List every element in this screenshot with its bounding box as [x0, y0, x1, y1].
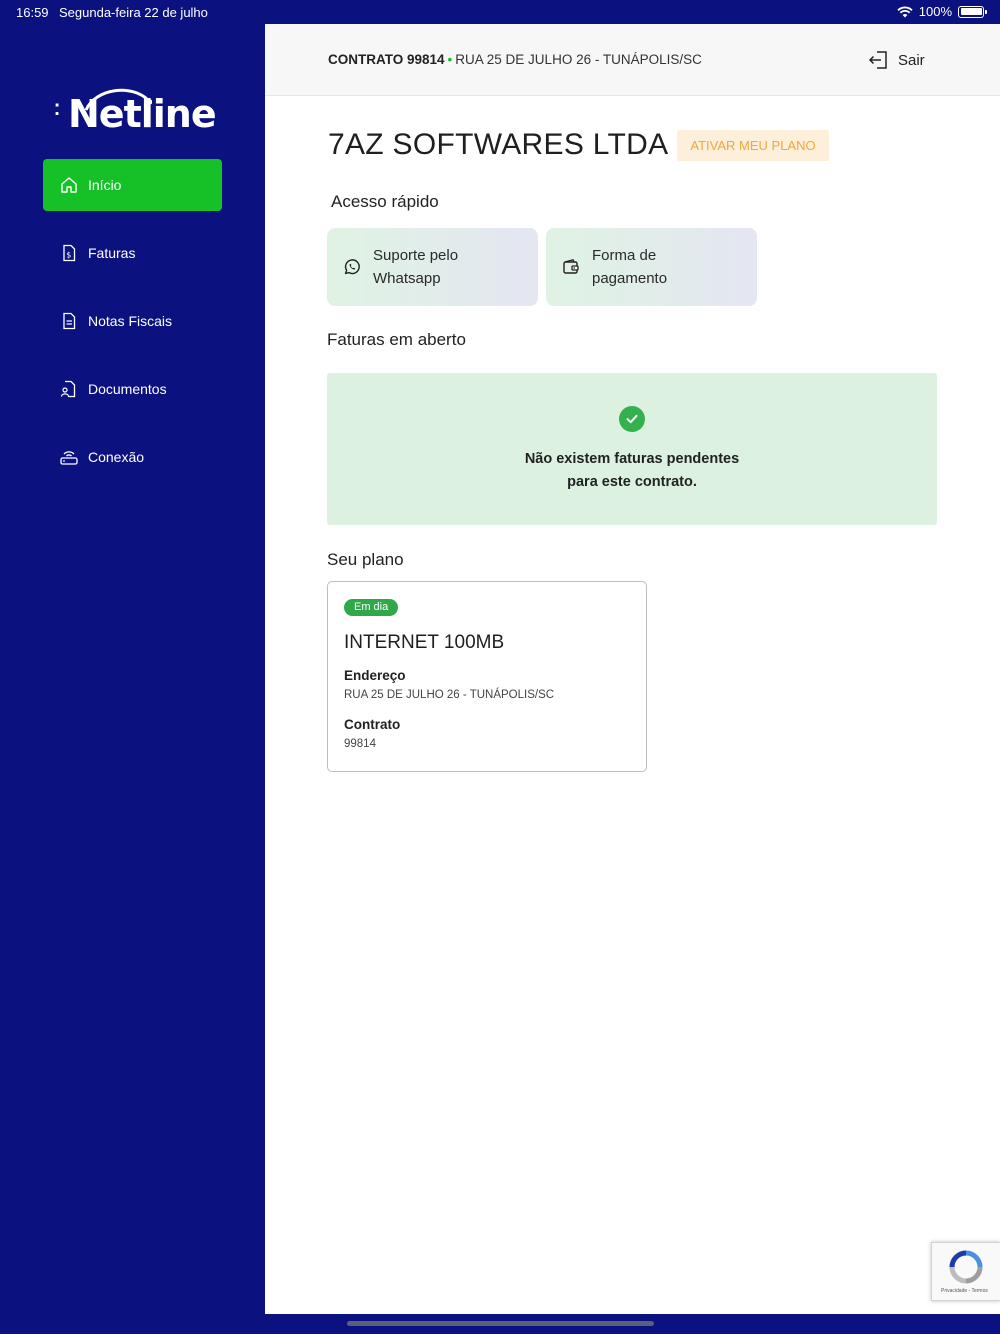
top-bar: CONTRATO 99814 • RUA 25 DE JULHO 26 - TUNÁ… — [265, 24, 1000, 96]
quick-card-line2: Whatsapp — [373, 270, 441, 287]
svg-text:$: $ — [66, 251, 71, 260]
header-separator: • — [447, 52, 453, 67]
contract-address: RUA 25 DE JULHO 26 - TUNÁPOLIS/SC — [455, 52, 702, 67]
invoice-icon: $ — [59, 243, 79, 263]
payment-method-button[interactable]: Forma de pagamento — [546, 228, 757, 306]
logout-button[interactable]: Sair — [868, 50, 925, 70]
address-label: Endereço — [344, 668, 406, 683]
contract-header: CONTRATO 99814 • RUA 25 DE JULHO 26 - TUNÁ… — [328, 52, 702, 67]
wallet-icon — [563, 259, 579, 274]
whatsapp-support-button[interactable]: Suporte pelo Whatsapp — [327, 228, 538, 306]
status-bar: 16:59 Segunda-feira 22 de julho 100% — [0, 0, 1000, 24]
battery-percent: 100% — [918, 4, 952, 19]
main-content: CONTRATO 99814 • RUA 25 DE JULHO 26 - TUNÁ… — [265, 24, 1000, 1314]
status-right: 100% — [897, 4, 987, 19]
recaptcha-icon — [949, 1250, 983, 1284]
sidebar-item-label: Documentos — [88, 381, 167, 397]
status-date: Segunda-feira 22 de julho — [59, 5, 208, 20]
whatsapp-icon — [344, 259, 360, 275]
sidebar-item-label: Faturas — [88, 245, 136, 261]
sidebar-item-conexao[interactable]: Conexão — [43, 431, 222, 483]
contract-label: Contrato — [344, 717, 401, 732]
check-circle-icon — [619, 406, 645, 432]
wifi-icon — [897, 6, 913, 17]
status-time: 16:59 — [16, 5, 49, 20]
sidebar-item-notas-fiscais[interactable]: Notas Fiscais — [43, 295, 222, 347]
home-indicator[interactable] — [347, 1321, 654, 1326]
home-icon — [59, 175, 79, 195]
recaptcha-footer[interactable]: Privacidade - Termos — [941, 1288, 988, 1294]
logout-icon — [868, 51, 887, 69]
plan-section-title: Seu plano — [327, 550, 404, 569]
quick-card-line1: Suporte pelo — [373, 247, 459, 264]
quick-card-label: Suporte pelo Whatsapp — [373, 244, 458, 290]
quick-card-label: Forma de pagamento — [592, 244, 667, 290]
quick-card-line2: pagamento — [592, 270, 668, 287]
plan-card[interactable]: Em dia INTERNET 100MB Endereço RUA 25 DE… — [327, 581, 647, 772]
sidebar-item-label: Início — [88, 177, 122, 193]
logo-dots-icon: ⁚ — [54, 100, 60, 119]
no-invoices-line1: Não existem faturas pendentes — [524, 451, 740, 467]
contract-value: 99814 — [344, 738, 376, 750]
company-name: 7AZ SOFTWARES LTDA — [328, 128, 669, 161]
logo-text: Netline — [68, 92, 217, 136]
no-invoices-line2: para este contrato. — [567, 474, 697, 490]
sidebar: ⁚ Netline Início $ Faturas Notas Fiscais… — [0, 24, 265, 1314]
sidebar-item-label: Notas Fiscais — [88, 313, 173, 329]
open-invoices-title: Faturas em aberto — [327, 330, 466, 349]
logout-label: Sair — [898, 51, 925, 69]
netline-logo[interactable]: ⁚ Netline — [54, 84, 217, 144]
battery-icon — [958, 5, 987, 18]
sidebar-item-label: Conexão — [88, 449, 145, 465]
quick-card-line1: Forma de — [592, 247, 657, 264]
address-value: RUA 25 DE JULHO 26 - TUNÁPOLIS/SC — [344, 689, 555, 701]
status-badge: Em dia — [344, 599, 399, 616]
user-document-icon — [59, 379, 79, 399]
contract-number: CONTRATO 99814 — [328, 52, 445, 67]
recaptcha-badge[interactable]: Privacidade - Termos — [931, 1242, 1000, 1301]
no-invoices-message: Não existem faturas pendentes para este … — [327, 448, 937, 494]
sidebar-item-inicio[interactable]: Início — [43, 159, 222, 211]
quick-access-title: Acesso rápido — [331, 192, 439, 211]
activate-plan-button[interactable]: ATIVAR MEU PLANO — [677, 130, 829, 161]
sidebar-item-documentos[interactable]: Documentos — [43, 363, 222, 415]
router-icon — [59, 447, 79, 467]
document-icon — [59, 311, 79, 331]
plan-name: INTERNET 100MB — [344, 632, 505, 653]
sidebar-item-faturas[interactable]: $ Faturas — [43, 227, 222, 279]
no-invoices-panel: Não existem faturas pendentes para este … — [327, 373, 937, 525]
